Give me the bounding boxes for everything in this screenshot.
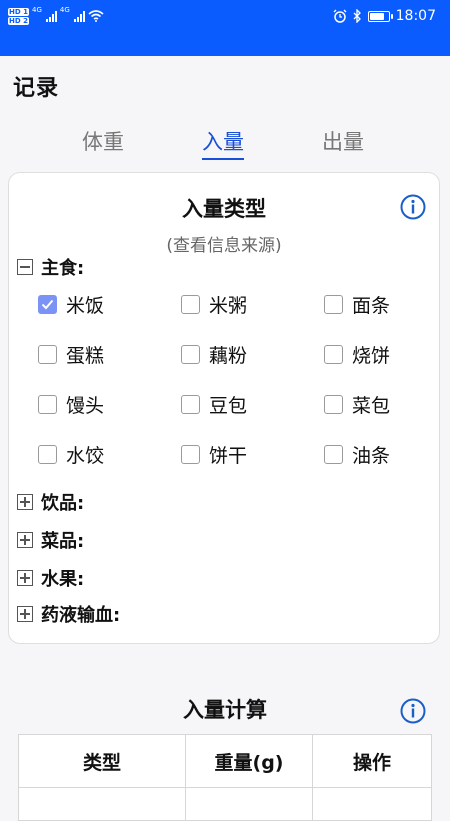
checkbox[interactable] [324, 394, 343, 414]
table-cell [185, 787, 313, 821]
food-label: 面条 [352, 294, 391, 317]
sim2-badge: HD 2 [8, 16, 29, 25]
tab-output[interactable]: 出量 [322, 126, 364, 156]
checkbox[interactable] [38, 394, 57, 414]
food-option[interactable]: 馒头 [38, 390, 104, 418]
food-label: 米饭 [66, 294, 105, 317]
intake-calc-table: 类型 重量(g) 操作 [18, 734, 432, 821]
tab-bar: 体重 入量 出量 [0, 126, 450, 160]
card-title: 入量类型 [182, 197, 266, 221]
info-source-link[interactable]: (查看信息来源) [9, 231, 439, 256]
checkbox[interactable] [181, 344, 200, 364]
category-fruit[interactable]: 水果: [17, 565, 84, 591]
expand-icon [17, 570, 33, 586]
table-header-row: 类型 重量(g) 操作 [18, 734, 432, 788]
food-label: 藕粉 [209, 344, 248, 367]
intake-type-card: 入量类型 (查看信息来源) 主食: 米饭 米粥 面条蛋糕 藕粉 烧饼馒头 豆包 菜包水饺 饼干… [8, 172, 440, 644]
food-option[interactable]: 藕粉 [181, 340, 247, 368]
battery-icon [367, 10, 393, 22]
food-option[interactable]: 菜包 [324, 390, 390, 418]
wifi-icon [88, 10, 104, 22]
column-header-weight: 重量(g) [185, 734, 313, 788]
page-title: 记录 [13, 76, 60, 101]
checkbox[interactable] [181, 294, 200, 314]
food-label: 馒头 [66, 394, 105, 417]
expand-icon [17, 494, 33, 510]
sim1-badge: HD 1 [8, 7, 29, 16]
expand-icon [17, 606, 33, 622]
food-option[interactable]: 蛋糕 [38, 340, 104, 368]
checkbox[interactable] [324, 344, 343, 364]
status-bar-left: HD 1 HD 2 4G 4G [8, 6, 104, 26]
signal-icon [73, 10, 85, 22]
expand-icon [17, 532, 33, 548]
category-staple[interactable]: 主食: [17, 254, 84, 280]
intake-calc-title: 入量计算 [183, 698, 267, 722]
food-label: 饼干 [209, 444, 248, 467]
food-option[interactable]: 油条 [324, 440, 390, 468]
checkbox[interactable] [324, 444, 343, 464]
alarm-icon [333, 9, 347, 23]
category-dishes[interactable]: 菜品: [17, 527, 84, 553]
food-label: 烧饼 [352, 344, 391, 367]
food-label: 米粥 [209, 294, 248, 317]
checkbox[interactable] [324, 294, 343, 314]
checkbox[interactable] [181, 394, 200, 414]
status-bar: HD 1 HD 2 4G 4G 18:07 [0, 0, 450, 56]
food-option[interactable]: 水饺 [38, 440, 104, 468]
bluetooth-icon [353, 9, 361, 23]
status-bar-right: 18:07 [333, 8, 436, 24]
checkmark-icon [41, 299, 54, 309]
food-option[interactable]: 烧饼 [324, 340, 390, 368]
info-icon[interactable] [400, 698, 426, 724]
table-cell [312, 787, 432, 821]
category-infusion[interactable]: 药液输血: [17, 601, 120, 627]
table-row [18, 787, 432, 821]
column-header-action: 操作 [312, 734, 432, 788]
food-label: 菜包 [352, 394, 391, 417]
checkbox[interactable] [38, 344, 57, 364]
collapse-icon [17, 259, 33, 275]
food-option[interactable]: 米饭 [38, 290, 104, 318]
food-option[interactable]: 米粥 [181, 290, 247, 318]
food-label: 油条 [352, 444, 391, 467]
food-label: 蛋糕 [66, 344, 105, 367]
food-option[interactable]: 饼干 [181, 440, 247, 468]
signal-icon [45, 10, 57, 22]
food-label: 豆包 [209, 394, 248, 417]
category-drinks[interactable]: 饮品: [17, 489, 84, 515]
food-option[interactable]: 豆包 [181, 390, 247, 418]
info-icon[interactable] [400, 194, 426, 220]
food-label: 水饺 [66, 444, 105, 467]
checkbox[interactable] [181, 444, 200, 464]
food-option[interactable]: 面条 [324, 290, 390, 318]
network-type-1: 4G [31, 6, 42, 14]
active-tab-indicator [202, 158, 244, 160]
column-header-type: 类型 [18, 734, 186, 788]
status-time: 18:07 [395, 8, 436, 24]
checkbox-checked[interactable] [38, 294, 57, 314]
checkbox[interactable] [38, 444, 57, 464]
network-type-2: 4G [59, 6, 70, 14]
tab-weight[interactable]: 体重 [82, 126, 124, 156]
tab-intake[interactable]: 入量 [202, 126, 244, 160]
table-cell [18, 787, 186, 821]
